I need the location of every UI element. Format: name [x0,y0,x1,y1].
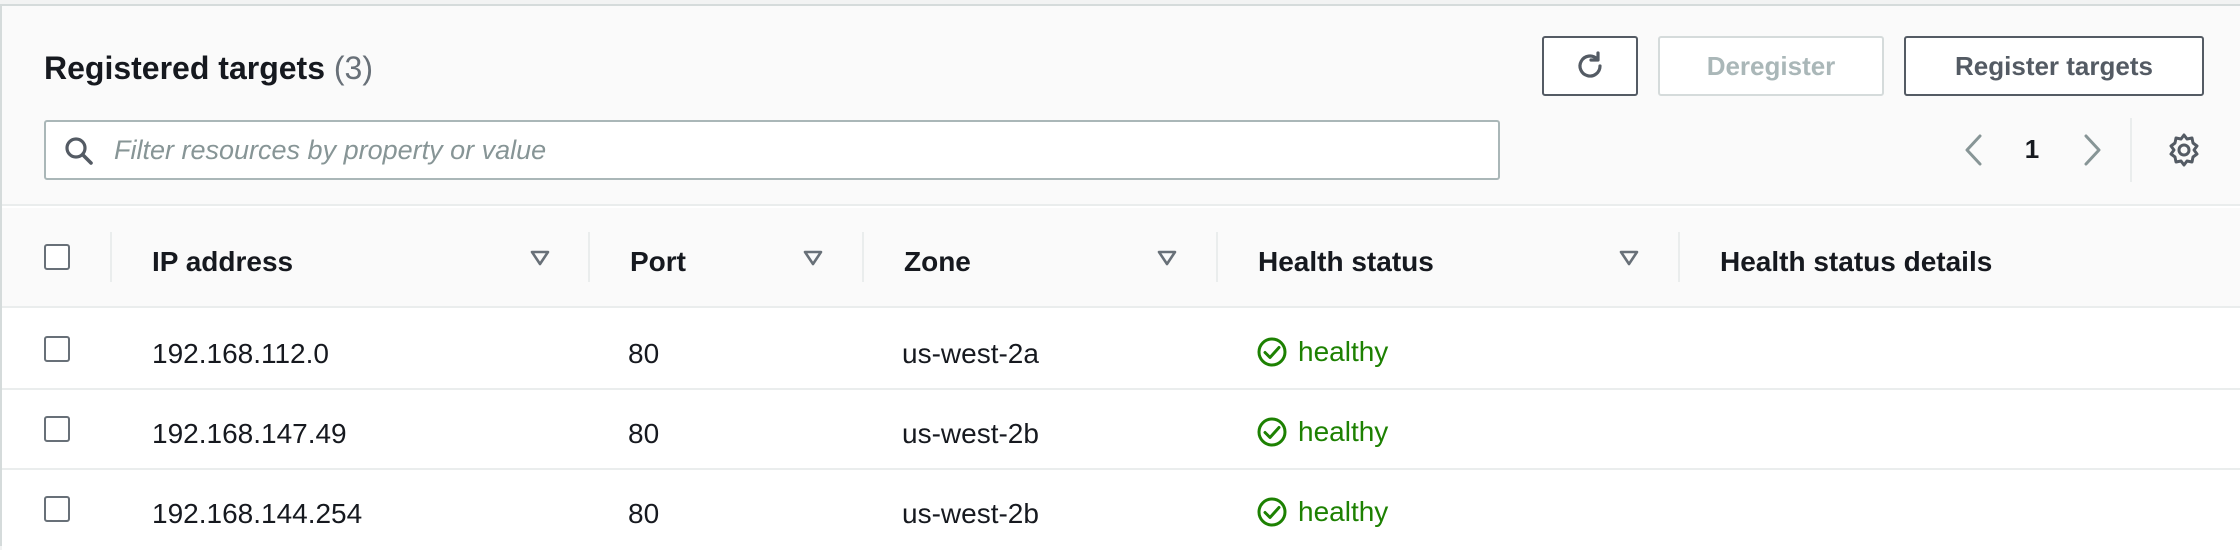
table-row[interactable]: 192.168.147.49 80 us-west-2b healthy [2,390,2240,470]
health-status-cell: healthy [1256,496,1388,528]
sort-caret-icon[interactable] [529,248,551,268]
column-header-ip-address[interactable]: IP address [152,246,293,278]
port-cell: 80 [628,338,660,369]
ip-address-cell: 192.168.144.254 [152,498,363,529]
port-cell: 80 [628,418,660,449]
check-circle-icon [1257,337,1287,367]
gear-icon[interactable] [2166,132,2202,168]
sort-caret-icon[interactable] [802,248,824,268]
ip-address-cell: 192.168.147.49 [152,418,347,449]
filter-search-box[interactable] [44,120,1500,180]
column-header-zone[interactable]: Zone [904,246,971,278]
zone-cell: us-west-2b [902,418,1039,449]
sort-caret-icon[interactable] [1618,248,1640,268]
page-title: Registered targets (3) [44,50,373,87]
health-status-text: healthy [1298,416,1389,447]
row-checkbox[interactable] [44,416,70,442]
target-count: (3) [333,50,373,86]
search-icon [65,137,93,165]
deregister-button[interactable]: Deregister [1658,36,1884,96]
register-targets-button[interactable]: Register targets [1904,36,2204,96]
health-status-cell: healthy [1256,336,1388,368]
chevron-left-icon[interactable] [1962,132,1986,168]
zone-cell: us-west-2a [902,338,1039,369]
table-row[interactable]: 192.168.112.0 80 us-west-2a healthy [2,310,2240,390]
sort-caret-icon[interactable] [1156,248,1178,268]
title-text: Registered targets [44,50,325,86]
check-circle-icon [1257,497,1287,527]
chevron-right-icon[interactable] [2080,132,2104,168]
row-checkbox[interactable] [44,336,70,362]
row-checkbox[interactable] [44,496,70,522]
table-header: IP address Port Zone Health status Healt… [2,208,2240,308]
column-separator [1216,232,1218,282]
column-header-health-status-details: Health status details [1720,246,1993,277]
panel-header: Registered targets (3) Deregister Regist… [2,6,2240,206]
refresh-button[interactable] [1542,36,1638,96]
refresh-icon [1578,51,1602,78]
column-separator [1678,232,1680,282]
check-circle-icon [1257,417,1287,447]
health-status-text: healthy [1298,496,1389,527]
search-input[interactable] [114,130,1474,170]
column-separator [110,232,112,282]
column-separator [862,232,864,282]
column-separator [588,232,590,282]
column-header-health-status[interactable]: Health status [1258,246,1434,278]
registered-targets-panel: Registered targets (3) Deregister Regist… [0,4,2240,550]
port-cell: 80 [628,498,660,529]
health-status-cell: healthy [1256,416,1388,448]
zone-cell: us-west-2b [902,498,1039,529]
table-row[interactable]: 192.168.144.254 80 us-west-2b healthy [2,470,2240,550]
column-header-port[interactable]: Port [630,246,686,278]
current-page-number[interactable]: 1 [2014,134,2050,165]
select-all-checkbox[interactable] [44,244,70,270]
ip-address-cell: 192.168.112.0 [152,338,329,369]
health-status-text: healthy [1298,336,1389,367]
pager-divider [2130,118,2132,182]
